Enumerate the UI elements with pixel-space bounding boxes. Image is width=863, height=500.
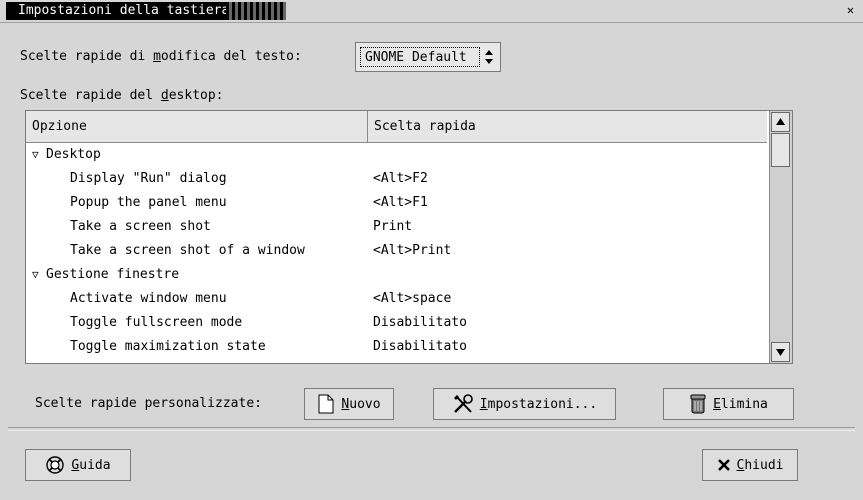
column-header-option[interactable]: Opzione [26,111,368,142]
custom-shortcuts-label: Scelte rapide personalizzate: [35,396,262,411]
shortcuts-tree[interactable]: Opzione Scelta rapida ▽ Desktop Display "… [25,110,793,364]
close-icon[interactable]: ✕ [844,4,857,17]
new-document-icon [317,394,335,414]
scrollbar-thumb[interactable] [771,133,790,167]
close-x-icon [717,458,731,472]
expander-open-icon[interactable]: ▽ [32,143,46,167]
expander-open-icon[interactable]: ▽ [32,263,46,287]
tree-row[interactable]: Popup the panel menu <Alt>F1 [26,191,767,215]
tree-row[interactable]: Take a screen shot of a window <Alt>Print [26,239,767,263]
tree-row[interactable]: Toggle maximization state Disabilitato [26,335,767,359]
tree-row-group-desktop[interactable]: ▽ Desktop [26,143,767,167]
text-edit-combo-value: GNOME Default [360,47,480,67]
tree-row-group-window-management[interactable]: ▽ Gestione finestre [26,263,767,287]
vertical-scrollbar[interactable] [769,111,792,363]
close-button[interactable]: Chiudi [702,449,798,481]
delete-button[interactable]: Elimina [663,388,794,420]
separator [8,427,855,431]
combo-arrows-icon [484,49,494,65]
titlebar-pattern [226,2,286,20]
tree-row[interactable]: Display "Run" dialog <Alt>F2 [26,167,767,191]
help-button[interactable]: Guida [25,449,131,481]
desktop-label: Scelte rapide del desktop: [20,88,224,103]
tree-body: ▽ Desktop Display "Run" dialog <Alt>F2 Pop… [26,143,767,359]
scroll-down-arrow-icon[interactable] [771,342,790,362]
settings-button[interactable]: Impostazioni... [433,388,616,420]
scroll-up-arrow-icon[interactable] [771,112,790,132]
new-button[interactable]: Nuovo [304,388,394,420]
trash-icon [689,393,707,415]
column-header-shortcut[interactable]: Scelta rapida [368,111,767,142]
text-edit-label: Scelte rapide di modifica del testo: [20,49,302,64]
tree-row[interactable]: Take a screen shot Print [26,215,767,239]
tree-row[interactable]: Toggle fullscreen mode Disabilitato [26,311,767,335]
text-edit-combo[interactable]: GNOME Default [355,42,501,72]
tree-row[interactable]: Activate window menu <Alt>space [26,287,767,311]
title-bar[interactable]: Impostazioni della tastiera ✕ [0,0,863,23]
window-title: Impostazioni della tastiera [6,2,286,20]
tools-icon [452,393,474,415]
window-title-text: Impostazioni della tastiera [18,3,230,18]
help-lifebuoy-icon [45,455,65,475]
tree-header: Opzione Scelta rapida [26,111,767,143]
